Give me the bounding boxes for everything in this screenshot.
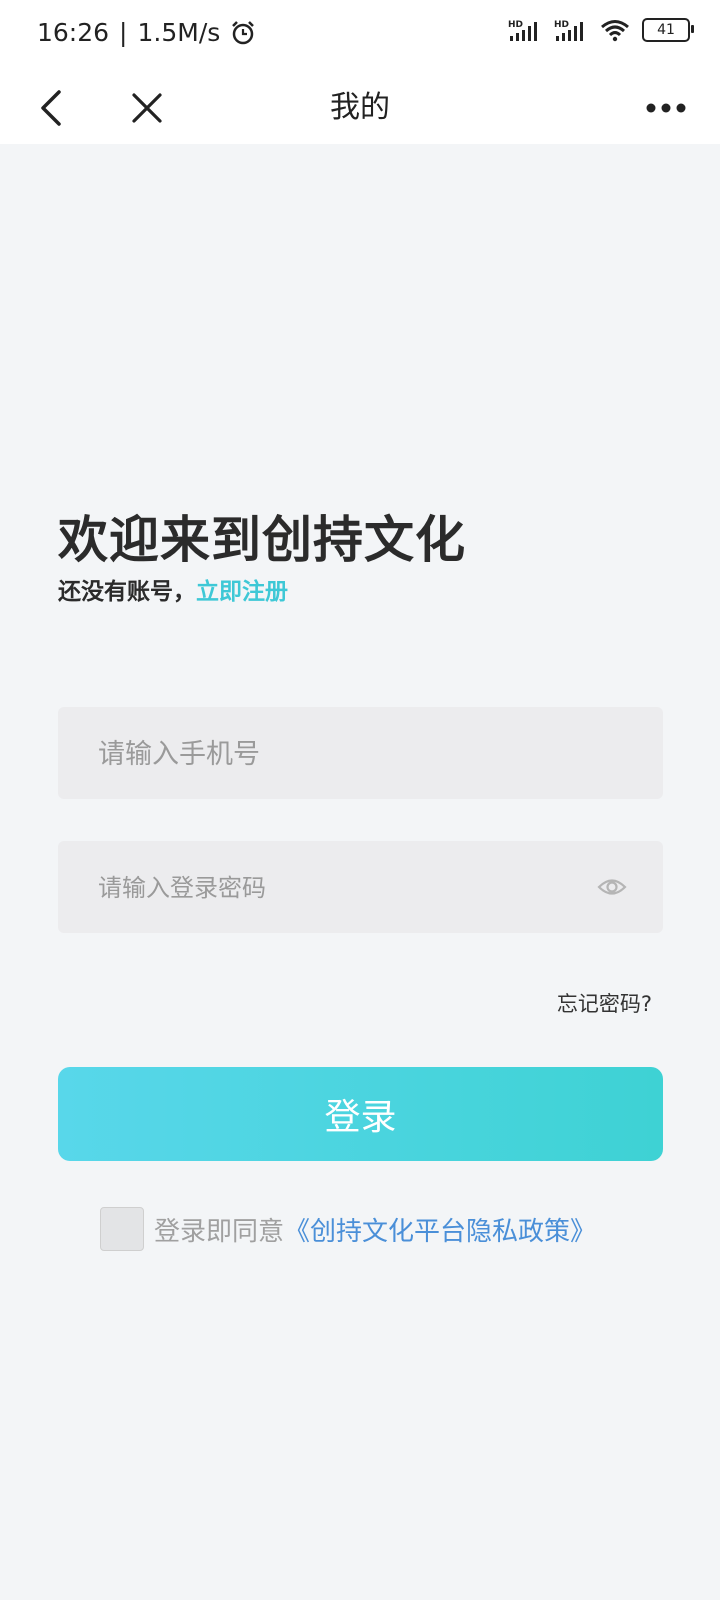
signal-icon: HD — [508, 20, 537, 41]
status-right: HD HD 41 — [508, 18, 694, 42]
forgot-password-link[interactable]: 忘记密码? — [557, 988, 652, 1018]
alarm-icon — [232, 20, 255, 44]
phone-field-container — [58, 707, 663, 801]
status-separator: | — [119, 18, 128, 47]
login-button[interactable]: 登录 — [58, 1067, 663, 1161]
status-network-speed: 1.5M/s — [137, 18, 221, 47]
nav-bar: 我的 — [0, 72, 720, 144]
agreement-checkbox[interactable] — [100, 1207, 144, 1251]
signal-hd-label: HD — [508, 20, 523, 30]
welcome-title: 欢迎来到创持文化 — [58, 511, 466, 569]
privacy-policy-link[interactable]: 《创持文化平台隐私政策》 — [284, 1211, 596, 1248]
wifi-icon — [601, 20, 629, 42]
signal-icon-2: HD — [554, 20, 583, 41]
register-link[interactable]: 立即注册 — [196, 579, 288, 605]
eye-icon[interactable] — [597, 873, 627, 901]
agreement-row: 登录即同意 《创持文化平台隐私政策》 — [100, 1207, 596, 1251]
status-left: 16:26 | 1.5M/s — [37, 18, 256, 47]
no-account-text: 还没有账号， — [58, 579, 196, 605]
page-title: 我的 — [330, 90, 390, 125]
status-bar: 16:26 | 1.5M/s HD HD 41 — [0, 0, 720, 72]
password-field-container — [58, 841, 663, 935]
signal-hd-label-2: HD — [554, 20, 569, 30]
more-icon — [646, 103, 686, 113]
more-button[interactable] — [636, 84, 696, 132]
battery-icon: 41 — [642, 18, 694, 42]
battery-level: 41 — [657, 22, 675, 38]
register-prompt: 还没有账号，立即注册 — [58, 572, 288, 606]
status-time: 16:26 — [37, 18, 110, 47]
agreement-text: 登录即同意 — [154, 1216, 285, 1247]
password-input[interactable] — [96, 841, 580, 935]
phone-input[interactable] — [96, 707, 580, 801]
